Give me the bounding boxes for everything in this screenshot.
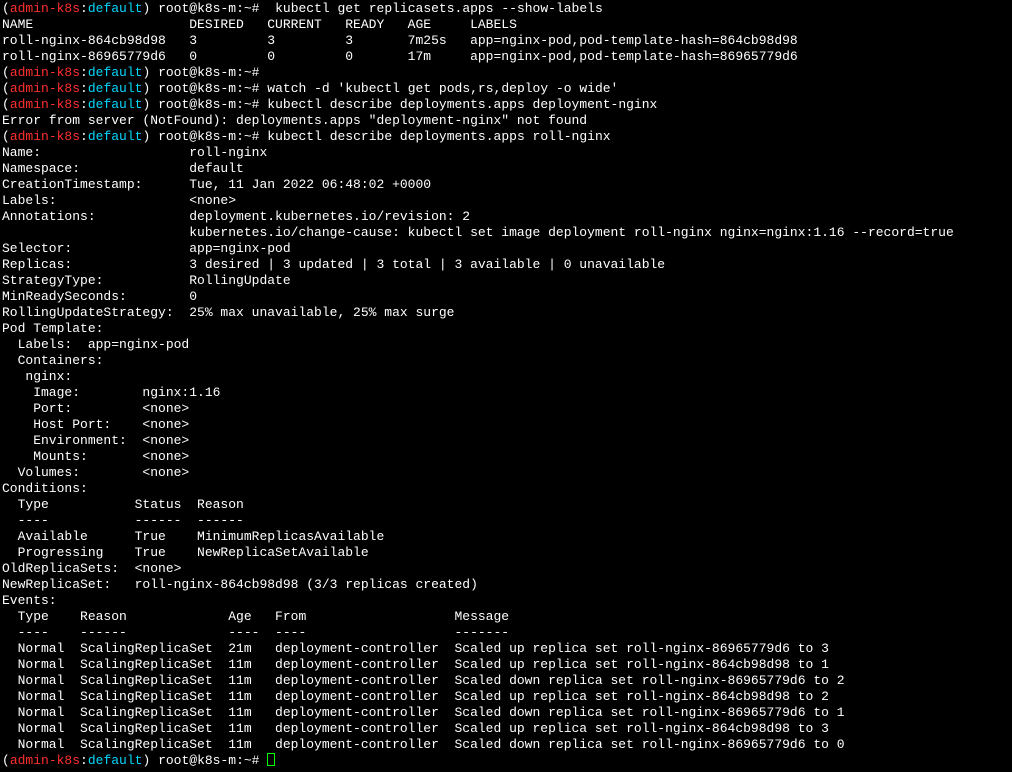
output-line: StrategyType: RollingUpdate xyxy=(2,273,291,288)
prompt-separator: : xyxy=(80,1,88,16)
output-line: roll-nginx-86965779d6 0 0 0 17m app=ngin… xyxy=(2,49,798,64)
output-line: Environment: <none> xyxy=(2,433,190,448)
prompt-namespace: default xyxy=(87,1,143,16)
prompt-context-name: admin-k8s xyxy=(9,81,81,96)
output-line: Selector: app=nginx-pod xyxy=(2,241,291,256)
prompt-open-paren: ( xyxy=(2,1,10,16)
prompt-separator: : xyxy=(80,753,88,768)
prompt-namespace: default xyxy=(87,81,143,96)
prompt-namespace: default xyxy=(87,97,143,112)
prompt-separator: : xyxy=(80,97,88,112)
output-line: nginx: xyxy=(2,369,73,384)
prompt-user-host: root@k8s-m:~# xyxy=(150,1,268,16)
output-line: Pod Template: xyxy=(2,321,104,336)
prompt-context-name: admin-k8s xyxy=(9,1,81,16)
prompt-separator: : xyxy=(80,65,88,80)
output-line: NewReplicaSet: roll-nginx-864cb98d98 (3/… xyxy=(2,577,478,592)
terminal-window[interactable]: (admin-k8s:default) root@k8s-m:~# kubect… xyxy=(0,0,1012,772)
output-line: CreationTimestamp: Tue, 11 Jan 2022 06:4… xyxy=(2,177,432,192)
output-line: Normal ScalingReplicaSet 21m deployment-… xyxy=(2,641,829,656)
output-line: Available True MinimumReplicasAvailable xyxy=(2,529,385,544)
output-line: kubernetes.io/change-cause: kubectl set … xyxy=(2,225,954,240)
prompt-context-name: admin-k8s xyxy=(9,97,81,112)
prompt-line: (admin-k8s:default) root@k8s-m:~# kubect… xyxy=(2,97,1012,113)
prompt-line: (admin-k8s:default) root@k8s-m:~# xyxy=(2,753,1012,769)
output-line: Type Status Reason xyxy=(2,497,244,512)
output-line: Normal ScalingReplicaSet 11m deployment-… xyxy=(2,737,845,752)
output-line: Error from server (NotFound): deployment… xyxy=(2,113,588,128)
output-line: Conditions: xyxy=(2,481,88,496)
output-line: Containers: xyxy=(2,353,104,368)
output-line: Type Reason Age From Message xyxy=(2,609,510,624)
output-line: MinReadySeconds: 0 xyxy=(2,289,198,304)
output-line: ---- ------ ------ xyxy=(2,513,244,528)
prompt-namespace: default xyxy=(87,65,143,80)
output-line: Name: roll-nginx xyxy=(2,145,268,160)
prompt-line: (admin-k8s:default) root@k8s-m:~# xyxy=(2,65,1012,81)
output-line: OldReplicaSets: <none> xyxy=(2,561,182,576)
prompt-open-paren: ( xyxy=(2,753,10,768)
prompt-line: (admin-k8s:default) root@k8s-m:~# watch … xyxy=(2,81,1012,97)
prompt-open-paren: ( xyxy=(2,97,10,112)
command-text: kubectl describe deployments.apps deploy… xyxy=(267,97,658,112)
output-line: Mounts: <none> xyxy=(2,449,190,464)
prompt-separator: : xyxy=(80,81,88,96)
command-text: kubectl describe deployments.apps roll-n… xyxy=(267,129,611,144)
prompt-context-name: admin-k8s xyxy=(9,129,81,144)
output-line: Normal ScalingReplicaSet 11m deployment-… xyxy=(2,705,845,720)
prompt-namespace: default xyxy=(87,129,143,144)
output-line: roll-nginx-864cb98d98 3 3 3 7m25s app=ng… xyxy=(2,33,798,48)
prompt-open-paren: ( xyxy=(2,65,10,80)
prompt-context-name: admin-k8s xyxy=(9,753,81,768)
output-line: Namespace: default xyxy=(2,161,244,176)
output-line: Normal ScalingReplicaSet 11m deployment-… xyxy=(2,689,829,704)
output-line: RollingUpdateStrategy: 25% max unavailab… xyxy=(2,305,455,320)
prompt-open-paren: ( xyxy=(2,81,10,96)
prompt-open-paren: ( xyxy=(2,129,10,144)
prompt-line: (admin-k8s:default) root@k8s-m:~# kubect… xyxy=(2,129,1012,145)
prompt-user-host: root@k8s-m:~# xyxy=(150,81,268,96)
output-line: Labels: app=nginx-pod xyxy=(2,337,190,352)
prompt-user-host: root@k8s-m:~# xyxy=(150,753,268,768)
prompt-user-host: root@k8s-m:~# xyxy=(150,65,268,80)
prompt-namespace: default xyxy=(87,753,143,768)
output-line: Progressing True NewReplicaSetAvailable xyxy=(2,545,369,560)
prompt-context-name: admin-k8s xyxy=(9,65,81,80)
prompt-user-host: root@k8s-m:~# xyxy=(150,97,268,112)
output-line: Annotations: deployment.kubernetes.io/re… xyxy=(2,209,471,224)
command-text: kubectl get replicasets.apps --show-labe… xyxy=(267,1,603,16)
prompt-line: (admin-k8s:default) root@k8s-m:~# kubect… xyxy=(2,1,1012,17)
output-line: Events: xyxy=(2,593,57,608)
output-line: Host Port: <none> xyxy=(2,417,190,432)
output-line: Normal ScalingReplicaSet 11m deployment-… xyxy=(2,657,829,672)
output-line: Replicas: 3 desired | 3 updated | 3 tota… xyxy=(2,257,666,272)
output-line: NAME DESIRED CURRENT READY AGE LABELS xyxy=(2,17,517,32)
prompt-separator: : xyxy=(80,129,88,144)
output-line: Image: nginx:1.16 xyxy=(2,385,221,400)
prompt-user-host: root@k8s-m:~# xyxy=(150,129,268,144)
output-line: Port: <none> xyxy=(2,401,190,416)
output-line: Volumes: <none> xyxy=(2,465,190,480)
output-line: Normal ScalingReplicaSet 11m deployment-… xyxy=(2,721,829,736)
output-line: Labels: <none> xyxy=(2,193,237,208)
command-text: watch -d 'kubectl get pods,rs,deploy -o … xyxy=(267,81,619,96)
output-line: ---- ------ ---- ---- ------- xyxy=(2,625,510,640)
text-cursor[interactable] xyxy=(267,753,276,766)
output-line: Normal ScalingReplicaSet 11m deployment-… xyxy=(2,673,845,688)
